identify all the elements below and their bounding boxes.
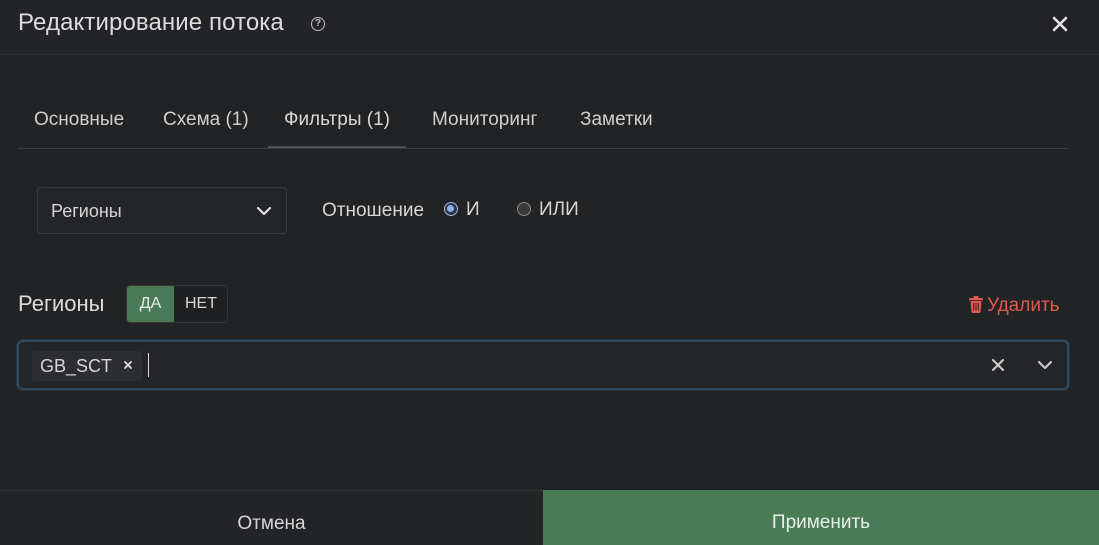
clear-icon[interactable] bbox=[989, 356, 1007, 374]
region-values-multiselect[interactable]: GB_SCT bbox=[17, 340, 1069, 390]
dialog-footer: Отмена Применить bbox=[0, 490, 1099, 545]
tab-filters[interactable]: Фильтры (1) bbox=[268, 95, 406, 148]
include-exclude-toggle: ДА НЕТ bbox=[126, 285, 228, 323]
dialog-header: Редактирование потока ? bbox=[0, 0, 1099, 55]
tab-notes[interactable]: Заметки bbox=[564, 95, 669, 148]
delete-label: Удалить bbox=[987, 295, 1060, 316]
relation-label: Отношение bbox=[322, 200, 425, 221]
value-search-input[interactable] bbox=[153, 350, 953, 382]
remove-chip-icon[interactable] bbox=[120, 357, 136, 373]
text-caret bbox=[148, 353, 149, 377]
help-icon[interactable]: ? bbox=[311, 17, 325, 31]
condition-title: Регионы bbox=[18, 291, 105, 316]
tab-monitoring[interactable]: Мониторинг bbox=[416, 95, 553, 148]
chevron-down-icon[interactable] bbox=[1035, 356, 1055, 374]
value-chip-label: GB_SCT bbox=[40, 356, 113, 376]
value-chip: GB_SCT bbox=[32, 351, 142, 381]
relation-and-radio[interactable] bbox=[444, 202, 458, 216]
toggle-no-button[interactable]: НЕТ bbox=[174, 286, 227, 322]
relation-or-radio[interactable] bbox=[517, 202, 531, 216]
apply-button[interactable]: Применить bbox=[543, 490, 1099, 545]
cancel-button[interactable]: Отмена bbox=[0, 490, 543, 545]
chevron-down-icon bbox=[256, 206, 272, 216]
delete-condition-button[interactable]: Удалить bbox=[968, 295, 1060, 317]
filter-field-select-value: Регионы bbox=[51, 201, 122, 221]
tab-main[interactable]: Основные bbox=[18, 95, 140, 148]
close-icon[interactable] bbox=[1046, 10, 1074, 38]
dialog-title: Редактирование потока bbox=[18, 9, 284, 36]
trash-icon bbox=[969, 296, 983, 313]
tab-schema[interactable]: Схема (1) bbox=[147, 95, 265, 148]
filter-field-select[interactable]: Регионы bbox=[37, 187, 287, 234]
relation-or-label[interactable]: ИЛИ bbox=[539, 199, 579, 221]
tab-bar: Основные Схема (1) Фильтры (1) Мониторин… bbox=[18, 95, 1068, 149]
relation-and-label[interactable]: И bbox=[466, 199, 480, 221]
toggle-yes-button[interactable]: ДА bbox=[127, 286, 174, 322]
